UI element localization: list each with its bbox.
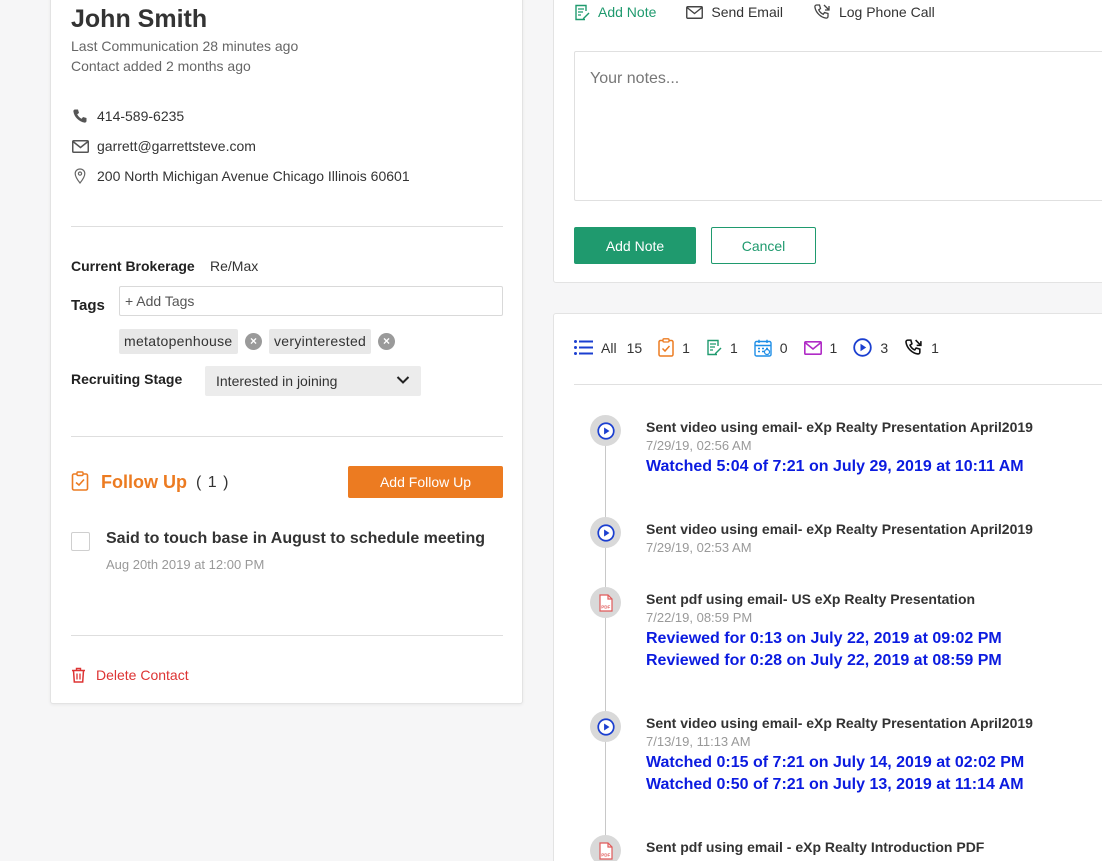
- notes-textarea[interactable]: [574, 51, 1102, 201]
- filter-all[interactable]: All 15: [574, 340, 642, 356]
- add-follow-up-button[interactable]: Add Follow Up: [348, 466, 503, 498]
- activity-event: Reviewed for 0:13 on July 22, 2019 at 09…: [646, 630, 1002, 647]
- tab-send-email[interactable]: Send Email: [686, 3, 783, 21]
- remove-tag-icon[interactable]: ×: [245, 333, 262, 350]
- filter-count: 15: [626, 339, 643, 356]
- filter-calendar[interactable]: 0: [754, 339, 788, 357]
- activity-title: Sent pdf using email - eXp Realty Introd…: [646, 839, 985, 855]
- contact-added: Contact added 2 months ago: [71, 58, 251, 74]
- phone-number: 414-589-6235: [97, 108, 185, 124]
- divider: [71, 436, 503, 437]
- envelope-icon: [803, 340, 822, 355]
- phone-call-icon: [813, 3, 831, 21]
- divider: [71, 226, 503, 227]
- play-circle-icon: [590, 711, 621, 742]
- add-note-button[interactable]: Add Note: [574, 227, 696, 264]
- envelope-icon: [71, 137, 89, 155]
- email-row[interactable]: garrett@garrettsteve.com: [71, 137, 256, 155]
- filter-count: 0: [779, 339, 788, 356]
- divider: [71, 635, 503, 636]
- notes-card: Add Note Send Email Log Phone Call Add N…: [553, 0, 1102, 283]
- follow-up-text: Said to touch base in August to schedule…: [106, 530, 485, 547]
- add-tags-input[interactable]: [119, 286, 503, 316]
- list-icon: [574, 340, 593, 355]
- last-communication: Last Communication 28 minutes ago: [71, 38, 299, 54]
- follow-up-count: ( 1 ): [196, 474, 230, 491]
- chevron-down-icon: [396, 373, 410, 390]
- filter-count: 3: [880, 339, 889, 356]
- activity-event: Watched 5:04 of 7:21 on July 29, 2019 at…: [646, 458, 1024, 475]
- filter-calls[interactable]: 1: [904, 338, 939, 357]
- timeline-line: [605, 429, 606, 861]
- address: 200 North Michigan Avenue Chicago Illino…: [97, 168, 410, 184]
- contact-name: John Smith: [71, 5, 208, 33]
- activity-event: Reviewed for 0:28 on July 22, 2019 at 08…: [646, 652, 1002, 669]
- contact-card: John Smith Last Communication 28 minutes…: [50, 0, 523, 704]
- activity-title: Sent video using email- eXp Realty Prese…: [646, 715, 1033, 731]
- recruiting-stage-select[interactable]: Interested in joining: [205, 366, 421, 396]
- follow-up-title: Follow Up: [101, 472, 187, 492]
- svg-text:PDF: PDF: [601, 852, 610, 857]
- activity-date: 7/29/19, 02:53 AM: [646, 540, 752, 555]
- brokerage-value: Re/Max: [210, 258, 259, 274]
- note-edit-icon: [574, 4, 590, 21]
- pdf-icon: PDF: [590, 835, 621, 861]
- activity-event: Watched 0:15 of 7:21 on July 14, 2019 at…: [646, 754, 1025, 771]
- svg-text:PDF: PDF: [601, 604, 610, 609]
- trash-icon: [71, 667, 86, 683]
- clipboard-icon: [71, 471, 89, 496]
- divider: [574, 384, 1102, 385]
- location-pin-icon: [71, 167, 89, 185]
- activity-card: All 15 1 1 0 1 3 1 Sent video using emai…: [553, 313, 1102, 861]
- tab-send-email-label: Send Email: [711, 4, 783, 20]
- phone-icon: [71, 107, 89, 125]
- delete-contact-label: Delete Contact: [96, 667, 189, 683]
- activity-date: 7/13/19, 11:13 AM: [646, 734, 751, 749]
- filter-emails[interactable]: 1: [803, 339, 838, 356]
- filter-count: 1: [729, 339, 738, 356]
- activity-title: Sent video using email- eXp Realty Prese…: [646, 419, 1033, 435]
- filter-count: 1: [682, 339, 690, 356]
- play-circle-icon: [590, 415, 621, 446]
- tab-add-note-label: Add Note: [598, 4, 657, 20]
- tag-chip: veryinterested: [269, 329, 372, 354]
- calendar-icon: [754, 339, 772, 357]
- brokerage-label: Current Brokerage: [71, 258, 195, 274]
- tab-add-note[interactable]: Add Note: [574, 3, 656, 21]
- pdf-icon: PDF: [590, 587, 621, 618]
- activity-event: Watched 0:50 of 7:21 on July 13, 2019 at…: [646, 776, 1024, 793]
- clipboard-icon: [658, 338, 674, 357]
- filter-follow-ups[interactable]: 1: [658, 338, 690, 357]
- stage-selected-value: Interested in joining: [216, 373, 338, 389]
- cancel-button[interactable]: Cancel: [711, 227, 816, 264]
- note-edit-icon: [706, 339, 722, 356]
- note-tabs: Add Note Send Email Log Phone Call: [574, 3, 965, 21]
- filter-notes[interactable]: 1: [706, 339, 738, 356]
- play-circle-icon: [853, 338, 873, 357]
- phone-row[interactable]: 414-589-6235: [71, 107, 184, 125]
- filter-videos[interactable]: 3: [853, 338, 888, 357]
- tag-chip: metatopenhouse: [119, 329, 238, 354]
- tab-log-phone-call-label: Log Phone Call: [838, 4, 935, 20]
- envelope-icon: [686, 5, 704, 19]
- activity-date: 7/22/19, 08:59 PM: [646, 610, 753, 625]
- activity-date: 7/29/19, 02:56 AM: [646, 438, 752, 453]
- tags-label: Tags: [71, 297, 105, 314]
- filter-count: 1: [829, 339, 838, 356]
- delete-contact-button[interactable]: Delete Contact: [71, 667, 189, 683]
- follow-up-checkbox[interactable]: [71, 532, 90, 551]
- activity-title: Sent pdf using email- US eXp Realty Pres…: [646, 591, 976, 607]
- phone-call-icon: [904, 338, 923, 357]
- filter-count: 1: [931, 339, 939, 356]
- filter-all-label: All: [601, 339, 617, 356]
- activity-filters: All 15 1 1 0 1 3 1: [574, 338, 955, 357]
- tab-log-phone-call[interactable]: Log Phone Call: [813, 3, 935, 21]
- activity-title: Sent video using email- eXp Realty Prese…: [646, 521, 1033, 537]
- play-circle-icon: [590, 517, 621, 548]
- email-address: garrett@garrettsteve.com: [97, 138, 256, 154]
- address-row: 200 North Michigan Avenue Chicago Illino…: [71, 167, 410, 185]
- recruiting-stage-label: Recruiting Stage: [71, 371, 183, 387]
- remove-tag-icon[interactable]: ×: [378, 333, 395, 350]
- follow-up-date: Aug 20th 2019 at 12:00 PM: [106, 557, 265, 572]
